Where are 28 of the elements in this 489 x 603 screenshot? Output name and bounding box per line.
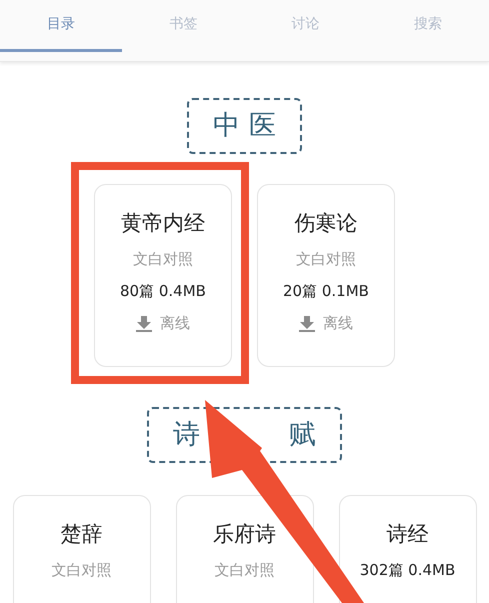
book-card[interactable]: 楚辞 文白对照 [12, 495, 150, 603]
download-icon [299, 314, 315, 332]
book-card[interactable]: 诗经 302篇 0.4MB [338, 495, 476, 603]
tab[interactable]: 书签 [122, 0, 244, 52]
heading-text: 赋 [289, 418, 316, 452]
tab[interactable]: 搜索 [366, 0, 489, 52]
book-size: 20篇 0.1MB [283, 282, 369, 300]
book-title: 诗经 [386, 522, 428, 548]
heading-text: 中 医 [213, 109, 276, 143]
book-title: 乐府诗 [213, 522, 276, 548]
book-card[interactable]: 乐府诗 文白对照 [176, 495, 314, 603]
book-card[interactable]: 黄帝内经 文白对照 80篇 0.4MB 离线 [94, 184, 232, 367]
book-size: 302篇 0.4MB [360, 561, 456, 580]
book-subtitle: 文白对照 [214, 561, 274, 580]
book-subtitle: 文白对照 [133, 250, 193, 268]
book-title: 楚辞 [60, 522, 102, 548]
offline-label[interactable]: 离线 [323, 314, 353, 332]
download-icon [136, 314, 152, 332]
book-card[interactable]: 伤寒论 文白对照 20篇 0.1MB 离线 [257, 184, 395, 367]
tab[interactable]: 目录 [0, 0, 122, 52]
tab[interactable]: 讨论 [244, 0, 367, 52]
book-subtitle: 文白对照 [52, 561, 112, 580]
book-title: 黄帝内经 [121, 211, 205, 236]
book-size: 80篇 0.4MB [120, 282, 206, 300]
book-title: 伤寒论 [294, 211, 358, 236]
heading-text: 诗 [172, 418, 200, 452]
book-subtitle: 文白对照 [296, 250, 356, 268]
offline-label[interactable]: 离线 [160, 314, 190, 332]
